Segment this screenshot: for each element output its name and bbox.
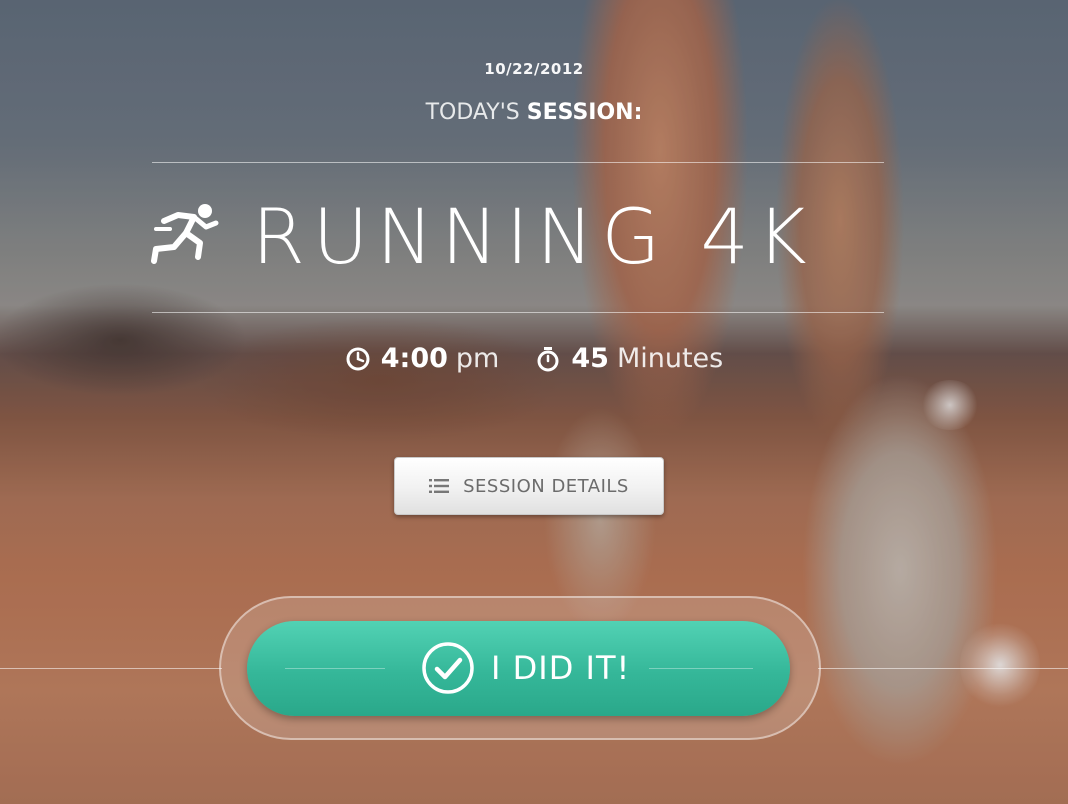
session-duration-unit: Minutes (616, 343, 724, 374)
check-circle-icon (422, 642, 474, 694)
i-did-it-button[interactable]: I DID IT! (247, 621, 790, 716)
runner-icon (151, 204, 219, 264)
session-time: 4:00 pm (345, 343, 500, 374)
button-line-left (285, 668, 385, 669)
button-line-right (649, 668, 753, 669)
clock-icon (346, 347, 370, 370)
stopwatch-icon (537, 346, 559, 371)
session-heading-prefix: TODAY'S (425, 100, 527, 125)
session-date: 10/22/2012 (484, 60, 584, 78)
session-duration-value: 45 (571, 343, 609, 374)
divider-top (152, 162, 884, 163)
session-duration: 45 Minutes (535, 343, 723, 374)
session-title: RUNNING 4K (252, 192, 815, 281)
i-did-it-label: I DID IT! (491, 649, 631, 687)
session-time-value: 4:00 (380, 343, 448, 374)
i-did-it-content: I DID IT! (421, 641, 630, 695)
list-icon (429, 479, 450, 493)
session-title-row: RUNNING 4K (150, 192, 890, 282)
session-time-unit: pm (455, 343, 500, 374)
session-details-button[interactable]: SESSION DETAILS (394, 457, 664, 515)
divider-right (818, 668, 1068, 669)
session-meta: 4:00 pm 45 Minutes (0, 343, 1068, 374)
session-heading: TODAY'S SESSION: (0, 100, 1068, 125)
session-heading-label: SESSION: (526, 100, 643, 125)
divider-left (0, 668, 222, 669)
divider-bottom (152, 312, 884, 313)
session-details-label: SESSION DETAILS (463, 475, 629, 497)
